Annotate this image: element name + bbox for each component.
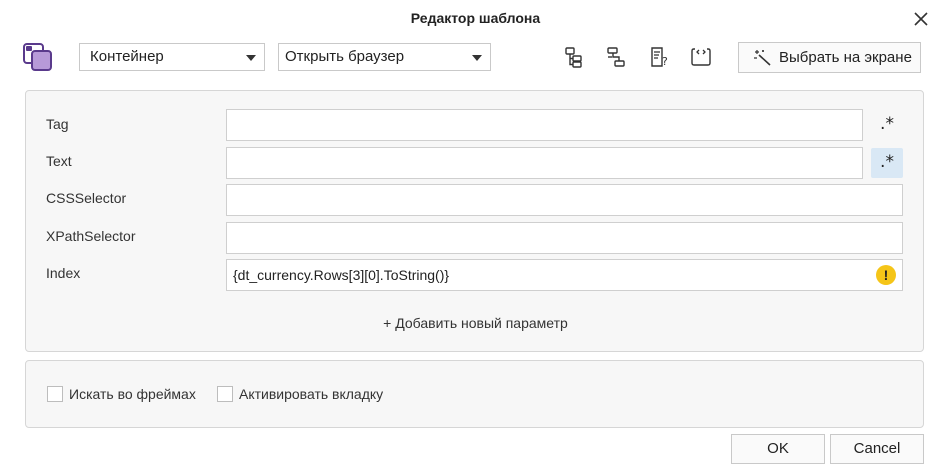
action-value: Открыть браузер bbox=[285, 48, 405, 65]
element-type-value: Контейнер bbox=[90, 48, 164, 65]
action-select[interactable]: Открыть браузер bbox=[278, 43, 491, 71]
document-help-icon[interactable]: ? bbox=[648, 46, 670, 68]
code-frame-icon[interactable] bbox=[690, 46, 712, 68]
element-type-select[interactable]: Контейнер bbox=[79, 43, 265, 71]
pick-on-screen-button[interactable]: Выбрать на экране bbox=[738, 42, 921, 73]
search-frames-label: Искать во фреймах bbox=[69, 386, 196, 402]
ok-button[interactable]: OK bbox=[731, 434, 825, 464]
tag-label: Tag bbox=[46, 116, 69, 132]
activate-tab-checkbox[interactable] bbox=[217, 386, 233, 402]
template-editor-icon bbox=[23, 43, 52, 71]
chevron-down-icon bbox=[246, 55, 256, 61]
tag-field[interactable] bbox=[226, 109, 863, 141]
pick-on-screen-label: Выбрать на экране bbox=[779, 49, 912, 66]
index-field[interactable]: {dt_currency.Rows[3][0].ToString()} ! bbox=[226, 259, 903, 291]
css-selector-label: CSSSelector bbox=[46, 190, 127, 206]
add-parameter-link[interactable]: + Добавить новый параметр bbox=[0, 315, 951, 331]
dialog-title: Редактор шаблона bbox=[410, 10, 541, 26]
text-regex-toggle[interactable]: .* bbox=[871, 148, 903, 178]
tree-hierarchy-icon[interactable] bbox=[563, 46, 585, 68]
text-label: Text bbox=[46, 153, 72, 169]
css-selector-field[interactable] bbox=[226, 184, 903, 216]
warning-icon[interactable]: ! bbox=[876, 265, 896, 285]
close-icon[interactable] bbox=[912, 10, 930, 28]
xpath-selector-label: XPathSelector bbox=[46, 228, 136, 244]
magic-wand-icon bbox=[754, 50, 771, 66]
svg-text:?: ? bbox=[662, 55, 668, 68]
index-value: {dt_currency.Rows[3][0].ToString()} bbox=[233, 267, 450, 283]
text-field[interactable] bbox=[226, 147, 863, 179]
tag-regex-toggle[interactable]: .* bbox=[871, 110, 903, 140]
cancel-button[interactable]: Cancel bbox=[830, 434, 924, 464]
xpath-selector-field[interactable] bbox=[226, 222, 903, 254]
chevron-down-icon bbox=[472, 55, 482, 61]
activate-tab-label: Активировать вкладку bbox=[239, 386, 384, 402]
flow-steps-icon[interactable] bbox=[605, 46, 627, 68]
search-frames-checkbox[interactable] bbox=[47, 386, 63, 402]
index-label: Index bbox=[46, 265, 81, 281]
